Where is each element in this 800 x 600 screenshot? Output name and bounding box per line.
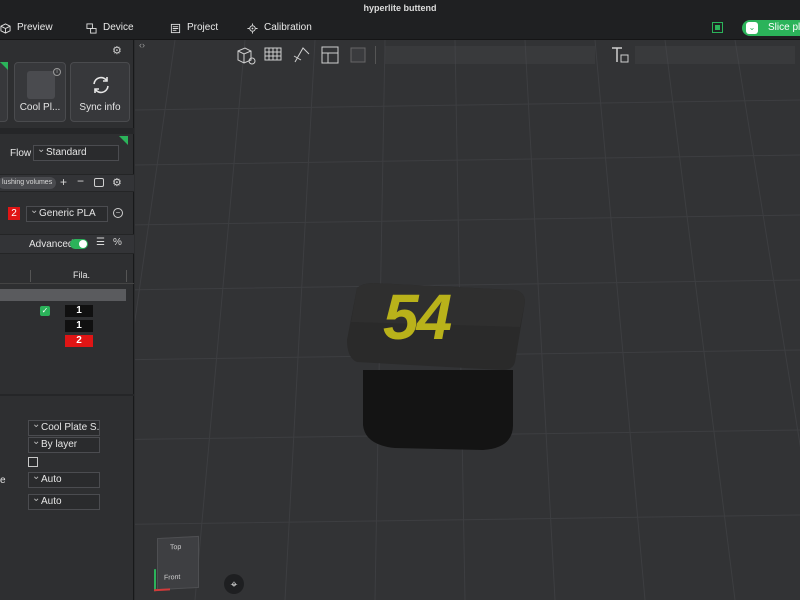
menu-calibration[interactable]: Calibration [247, 16, 312, 40]
selected-corner-icon [0, 62, 8, 70]
flow-dropdown[interactable]: Standard [33, 145, 119, 161]
setting-checkbox[interactable] [28, 457, 38, 467]
section-divider [0, 128, 134, 134]
printer-settings-gear-icon[interactable]: ⚙ [112, 44, 124, 57]
slice-plate-button[interactable]: ⌄ Slice pla [742, 20, 800, 36]
model-embossed-text: 54 [383, 281, 452, 353]
view-cube-top-label: Top [170, 543, 182, 552]
disabled-tools-group [635, 46, 795, 64]
info-icon[interactable]: i [53, 68, 61, 76]
view-cube-front-label: Front [164, 573, 181, 582]
split-objects-icon[interactable] [347, 44, 369, 66]
table-row-selected[interactable] [0, 289, 126, 301]
plate-type-dropdown[interactable]: Cool Plate S... [28, 420, 100, 436]
table-row-fila[interactable]: 1 [65, 305, 93, 317]
fit-view-icon[interactable]: ⌖ [224, 574, 244, 594]
modified-corner-icon [119, 136, 128, 145]
3d-viewport[interactable]: 54 ‹› Top Front ⌖ [135, 40, 800, 600]
filament-slot-number[interactable]: 2 [8, 207, 20, 220]
window-title: hyperlite buttend [0, 0, 800, 16]
sync-info-button[interactable]: Sync info [70, 62, 130, 122]
menu-bar: Preview Device Project Calibration ⌄ Sli… [0, 16, 800, 40]
visibility-checkbox[interactable]: ✓ [40, 306, 50, 316]
setting-label-fragment: e [0, 475, 6, 486]
column-divider [126, 270, 127, 282]
calibration-icon [247, 22, 258, 34]
layout-icon[interactable] [712, 22, 723, 33]
sync-info-label: Sync info [79, 102, 121, 113]
menu-calibration-label: Calibration [264, 22, 312, 33]
menu-device[interactable]: Device [86, 16, 134, 40]
project-icon [170, 23, 181, 33]
chevron-down-icon[interactable]: ⌄ [746, 22, 758, 34]
z-axis-line [154, 569, 156, 592]
view-cube[interactable]: Top Front [154, 535, 199, 592]
fila-column-header: Fila. [73, 270, 91, 280]
flushing-volumes-button[interactable]: lushing volumes [0, 177, 57, 189]
printer-card[interactable] [0, 62, 8, 122]
filament-toolbar: lushing volumes + − ⚙ [0, 174, 134, 192]
table-row-fila[interactable]: 1 [65, 320, 93, 332]
section-divider [0, 394, 134, 396]
slice-plate-label: Slice pla [768, 22, 800, 33]
filament-material-dropdown[interactable]: Generic PLA [26, 206, 108, 222]
flow-label: Flow [10, 148, 32, 159]
left-sidebar: ⚙ i Cool Pl... Sync info Flow Standard l… [0, 40, 134, 600]
text-tool-icon[interactable] [609, 44, 631, 66]
remove-slot-icon[interactable]: − [113, 208, 123, 218]
plate-type-label: Cool Pl... [19, 102, 61, 113]
add-filament-icon[interactable]: + [60, 175, 67, 189]
cube-icon [0, 22, 11, 34]
build-plate-grid [135, 40, 800, 600]
arrange-icon[interactable] [319, 44, 341, 66]
advanced-row: Advanced ☰ % [0, 234, 134, 254]
filament-slot-row: 2 Generic PLA − [0, 202, 134, 226]
disabled-tools-group [385, 46, 595, 64]
plate-settings-section: Cool Plate S... By layer e Auto Auto [0, 406, 134, 566]
plate-type-card[interactable]: i Cool Pl... [14, 62, 66, 122]
objects-table-header: Fila. [0, 268, 134, 284]
process-section: Flow Standard [0, 136, 134, 166]
menu-preview[interactable]: Preview [0, 16, 53, 40]
advanced-toggle[interactable] [70, 239, 88, 249]
sequence-dropdown[interactable]: By layer [28, 437, 100, 453]
filament-settings-gear-icon[interactable]: ⚙ [112, 176, 122, 189]
auto-dropdown-a[interactable]: Auto [28, 472, 100, 488]
column-divider [30, 270, 31, 282]
menu-preview-label: Preview [17, 22, 53, 33]
list-icon[interactable]: ☰ [96, 237, 105, 248]
advanced-label: Advanced [29, 239, 74, 250]
menu-project-label: Project [187, 22, 219, 33]
menu-project[interactable]: Project [170, 16, 218, 40]
remove-filament-icon[interactable]: − [77, 174, 84, 188]
sync-icon [93, 76, 109, 94]
add-plate-icon[interactable] [263, 44, 285, 66]
auto-orient-icon[interactable] [291, 44, 313, 66]
toolbar-divider [375, 46, 376, 64]
menu-device-label: Device [103, 22, 134, 33]
device-icon [86, 22, 97, 34]
plate-thumbnail [27, 71, 55, 99]
auto-dropdown-b[interactable]: Auto [28, 494, 100, 510]
sync-filament-icon[interactable] [94, 178, 104, 187]
add-cube-icon[interactable] [235, 44, 257, 66]
collapse-sidebar-icon[interactable]: ‹› [139, 40, 145, 50]
percent-icon[interactable]: % [113, 237, 122, 248]
table-row-fila[interactable]: 2 [65, 335, 93, 347]
